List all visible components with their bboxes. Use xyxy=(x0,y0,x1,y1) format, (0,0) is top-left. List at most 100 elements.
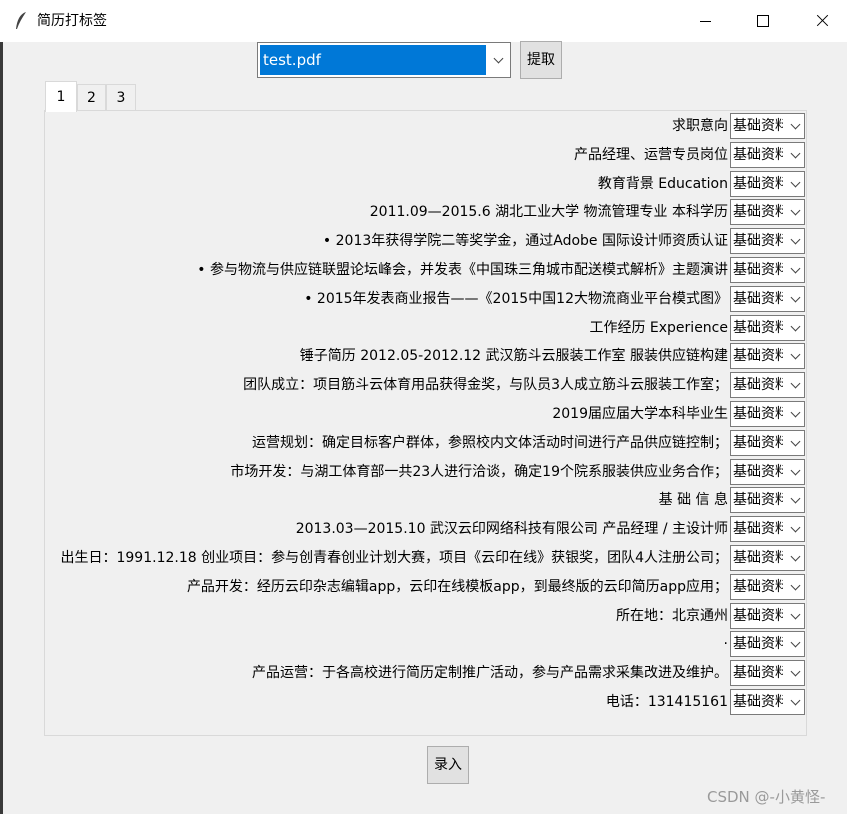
tag-select[interactable]: 基础资料 xyxy=(730,257,805,283)
list-item: 锤子简历 2012.05-2012.12 武汉筋斗云服装工作室 服装供应链构建基… xyxy=(45,342,806,370)
chevron-down-icon[interactable] xyxy=(786,172,804,196)
tab-1[interactable]: 1 xyxy=(45,81,77,112)
tag-select[interactable]: 基础资料 xyxy=(730,141,805,168)
tag-select-value: 基础资料 xyxy=(733,550,783,566)
tag-select-value: 基础资料 xyxy=(733,521,783,538)
tag-select[interactable]: 基础资料 xyxy=(730,689,805,715)
tag-select[interactable]: 基础资料 xyxy=(730,602,805,629)
chevron-down-icon[interactable] xyxy=(786,114,804,138)
row-text: 2011.09—2015.6 湖北工业大学 物流管理专业 本科学历 xyxy=(369,204,728,221)
tag-select-value: 基础资料 xyxy=(733,607,783,624)
tag-select-value: 基础资料 xyxy=(733,319,783,336)
tag-select[interactable]: 基础资料 xyxy=(730,199,805,226)
tag-select[interactable]: 基础资料 xyxy=(730,660,805,687)
row-text: • 参与物流与供应链联盟论坛峰会，并发表《中国珠三角城市配送模式解析》主题演讲 xyxy=(197,262,728,278)
title-bar: 简历打标签 xyxy=(0,0,847,42)
chevron-down-icon[interactable] xyxy=(786,431,804,455)
list-item: 所在地：北京通州基础资料 xyxy=(45,602,806,630)
tag-select-value: 基础资料 xyxy=(733,204,783,221)
list-item: 运营规划：确定目标客户群体，参照校内文体活动时间进行产品供应链控制； 基础资料 xyxy=(45,429,806,457)
chevron-down-icon[interactable] xyxy=(786,229,804,253)
list-item: 求职意向基础资料 xyxy=(45,112,806,140)
row-text: 电话：131415161 xyxy=(605,694,728,710)
chevron-down-icon[interactable] xyxy=(486,43,510,77)
maximize-icon xyxy=(757,15,769,27)
tag-select[interactable]: 基础资料 xyxy=(730,285,805,312)
chevron-down-icon[interactable] xyxy=(786,604,804,628)
list-item: 2011.09—2015.6 湖北工业大学 物流管理专业 本科学历基础资料 xyxy=(45,198,806,226)
chevron-down-icon[interactable] xyxy=(786,143,804,167)
close-icon xyxy=(815,14,829,28)
chevron-down-icon[interactable] xyxy=(786,460,804,484)
list-item: 2019届应届大学本科毕业生基础资料 xyxy=(45,400,806,428)
tag-select-value: 基础资料 xyxy=(733,492,783,509)
chevron-down-icon[interactable] xyxy=(786,200,804,224)
row-text: 2019届应届大学本科毕业生 xyxy=(552,406,728,422)
tag-select[interactable]: 基础资料 xyxy=(730,545,805,571)
row-text: 产品开发：经历云印杂志编辑app，云印在线模板app，到最终版的云印简历app应… xyxy=(186,578,728,595)
row-text: 求职意向 xyxy=(672,118,728,134)
row-text: 锤子简历 2012.05-2012.12 武汉筋斗云服装工作室 服装供应链构建 xyxy=(299,348,728,365)
tag-select[interactable]: 基础资料 xyxy=(730,516,805,543)
tag-select-value: 基础资料 xyxy=(733,262,783,278)
tag-select[interactable]: 基础资料 xyxy=(730,429,805,456)
row-text: 2013.03—2015.10 武汉云印网络科技有限公司 产品经理 / 主设计师 xyxy=(295,521,728,538)
tab-2[interactable]: 2 xyxy=(77,84,106,111)
chevron-down-icon[interactable] xyxy=(786,546,804,570)
row-text: • 2015年发表商业报告——《2015中国12大物流商业平台模式图》 xyxy=(304,290,728,307)
tag-select-value: 基础资料 xyxy=(733,377,783,394)
tag-select[interactable]: 基础资料 xyxy=(730,343,805,370)
row-text: 所在地：北京通州 xyxy=(616,607,728,624)
tag-select-value: 基础资料 xyxy=(733,146,783,163)
tag-select[interactable]: 基础资料 xyxy=(730,170,805,197)
list-item: • 2015年发表商业报告——《2015中国12大物流商业平台模式图》基础资料 xyxy=(45,285,806,313)
chevron-down-icon[interactable] xyxy=(786,344,804,368)
tag-select[interactable]: 基础资料 xyxy=(730,573,805,600)
chevron-down-icon[interactable] xyxy=(786,316,804,340)
tag-select-value: 基础资料 xyxy=(733,233,783,250)
tag-select-value: 基础资料 xyxy=(733,694,783,710)
tag-select[interactable]: 基础资料 xyxy=(730,113,805,139)
list-item: 团队成立：项目筋斗云体育用品获得金奖，与队员3人成立筋斗云服装工作室； 基础资料 xyxy=(45,371,806,399)
tab-3[interactable]: 3 xyxy=(106,84,136,111)
list-item: 产品经理、运营专员岗位基础资料 xyxy=(45,141,806,169)
tag-select-value: 基础资料 xyxy=(733,118,783,134)
tag-select[interactable]: 基础资料 xyxy=(730,372,805,399)
row-text: 产品运营：于各高校进行简历定制推广活动，参与产品需求采集改进及维护。 xyxy=(252,665,728,682)
maximize-button[interactable] xyxy=(734,0,792,42)
file-select[interactable]: test.pdf xyxy=(257,42,511,78)
file-select-value: test.pdf xyxy=(260,45,486,75)
chevron-down-icon[interactable] xyxy=(786,661,804,685)
list-item: 基 础 信 息基础资料 xyxy=(45,486,806,514)
chevron-down-icon[interactable] xyxy=(786,402,804,426)
chevron-down-icon[interactable] xyxy=(786,632,804,656)
chevron-down-icon[interactable] xyxy=(786,690,804,714)
tag-select-value: 基础资料 xyxy=(733,290,783,307)
watermark: CSDN @-小黄怪- xyxy=(707,788,826,806)
window-title: 简历打标签 xyxy=(37,13,107,29)
minimize-button[interactable] xyxy=(676,0,734,42)
chevron-down-icon[interactable] xyxy=(786,575,804,599)
list-item: · 基础资料 xyxy=(45,630,806,658)
tag-select[interactable]: 基础资料 xyxy=(730,314,805,341)
list-item: 产品开发：经历云印杂志编辑app，云印在线模板app，到最终版的云印简历app应… xyxy=(45,573,806,601)
tag-select[interactable]: 基础资料 xyxy=(730,228,805,255)
close-button[interactable] xyxy=(793,0,847,42)
tag-select[interactable]: 基础资料 xyxy=(730,401,805,427)
tag-select[interactable]: 基础资料 xyxy=(730,631,805,658)
enter-button[interactable]: 录入 xyxy=(427,746,469,784)
list-item: 产品运营：于各高校进行简历定制推广活动，参与产品需求采集改进及维护。基础资料 xyxy=(45,659,806,687)
chevron-down-icon[interactable] xyxy=(786,488,804,512)
tag-select-value: 基础资料 xyxy=(733,463,783,480)
list-item: 出生日：1991.12.18 创业项目：参与创青春创业计划大赛，项目《云印在线》… xyxy=(45,544,806,572)
tag-select-value: 基础资料 xyxy=(733,636,783,653)
chevron-down-icon[interactable] xyxy=(786,373,804,397)
minimize-icon xyxy=(699,20,711,22)
tag-select[interactable]: 基础资料 xyxy=(730,458,805,485)
chevron-down-icon[interactable] xyxy=(786,287,804,311)
chevron-down-icon[interactable] xyxy=(786,517,804,541)
tag-select[interactable]: 基础资料 xyxy=(730,487,805,514)
extract-button[interactable]: 提取 xyxy=(520,41,562,79)
chevron-down-icon[interactable] xyxy=(786,258,804,282)
tag-select-value: 基础资料 xyxy=(733,434,783,451)
